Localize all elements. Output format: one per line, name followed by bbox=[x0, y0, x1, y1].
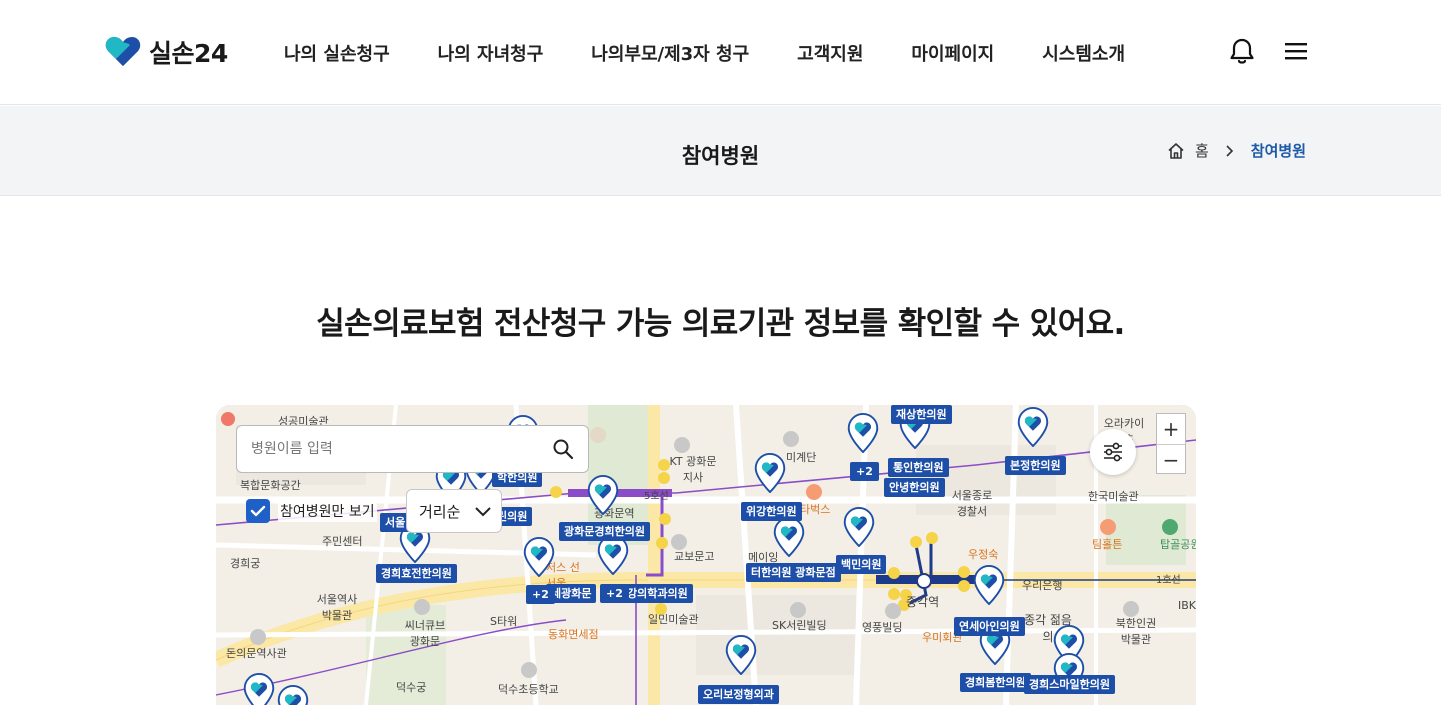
page-title-bar: 참여병원 홈 참여병원 bbox=[0, 106, 1441, 196]
brand-logo[interactable]: 실손24 bbox=[105, 34, 228, 70]
hospital-search[interactable] bbox=[236, 425, 589, 473]
hospital-label[interactable]: 본정한의원 bbox=[1005, 456, 1066, 475]
chevron-right-icon bbox=[1226, 144, 1233, 157]
hospital-pin-icon[interactable] bbox=[596, 535, 630, 575]
sort-select[interactable]: 거리순 bbox=[406, 489, 502, 533]
hospital-map[interactable]: 성공미술관 복합문화공간 주민센터 경희궁 서울역사 박물관 씨너큐브 광화문 … bbox=[216, 405, 1196, 705]
hospital-pin-icon[interactable] bbox=[842, 507, 876, 547]
search-icon[interactable] bbox=[552, 438, 574, 460]
nav-about[interactable]: 시스템소개 bbox=[1042, 40, 1125, 66]
chevron-down-icon bbox=[475, 507, 492, 517]
hospital-label[interactable]: 연세아인의원 bbox=[954, 617, 1025, 636]
sliders-icon bbox=[1104, 442, 1122, 462]
hospital-label[interactable]: 경희스마일한의원 bbox=[1024, 675, 1115, 694]
hospital-pin-icon[interactable] bbox=[972, 565, 1006, 605]
cluster-count[interactable]: +2 bbox=[600, 584, 629, 603]
heart-logo-icon bbox=[105, 37, 141, 66]
hospital-label[interactable]: 경희효전한의원 bbox=[376, 564, 457, 583]
participating-only-checkbox[interactable] bbox=[246, 499, 270, 523]
hospital-label[interactable]: 재상한의원 bbox=[891, 405, 952, 424]
hospital-label[interactable]: 오리보정형외과 bbox=[698, 685, 779, 704]
header-actions bbox=[1227, 36, 1311, 66]
home-icon[interactable] bbox=[1167, 142, 1185, 160]
participating-only-filter[interactable]: 참여병원만 보기 bbox=[246, 499, 377, 523]
hospital-label[interactable]: 터한의원 광화문점 bbox=[746, 563, 841, 582]
cluster-count[interactable]: +2 bbox=[850, 462, 879, 481]
sort-select-value: 거리순 bbox=[419, 502, 461, 521]
hospital-pin-icon[interactable] bbox=[242, 673, 276, 705]
cluster-count[interactable]: +2 bbox=[526, 585, 555, 604]
hospital-pin-icon[interactable] bbox=[846, 413, 880, 453]
hospital-pin-icon[interactable] bbox=[586, 475, 620, 515]
main-nav: 나의 실손청구 나의 자녀청구 나의부모/제3자 청구 고객지원 마이페이지 시… bbox=[284, 40, 1125, 66]
menu-icon[interactable] bbox=[1281, 36, 1311, 66]
hospital-pin-icon[interactable] bbox=[753, 453, 787, 493]
nav-parent-claim[interactable]: 나의부모/제3자 청구 bbox=[591, 40, 749, 66]
site-header: 실손24 나의 실손청구 나의 자녀청구 나의부모/제3자 청구 고객지원 마이… bbox=[0, 0, 1441, 105]
nav-support[interactable]: 고객지원 bbox=[797, 40, 863, 66]
hospital-label[interactable]: 강의학과의원 bbox=[622, 584, 693, 603]
hospital-pin-icon[interactable] bbox=[1016, 407, 1050, 447]
map-filter-button[interactable] bbox=[1090, 429, 1136, 475]
check-icon bbox=[250, 505, 266, 517]
zoom-in-button[interactable]: + bbox=[1157, 414, 1185, 444]
nav-mypage[interactable]: 마이페이지 bbox=[911, 40, 994, 66]
map-zoom-control: + − bbox=[1156, 413, 1186, 474]
hospital-label[interactable]: 위강한의원 bbox=[741, 502, 802, 521]
breadcrumb: 홈 참여병원 bbox=[1167, 140, 1306, 161]
bell-icon[interactable] bbox=[1227, 36, 1257, 66]
hospital-label[interactable]: 경희봄한의원 bbox=[960, 673, 1031, 692]
hospital-label[interactable]: 광화문경희한의원 bbox=[559, 522, 650, 541]
breadcrumb-current: 참여병원 bbox=[1250, 142, 1306, 160]
hospital-pin-icon[interactable] bbox=[522, 537, 556, 577]
section-headline: 실손의료보험 전산청구 가능 의료기관 정보를 확인할 수 있어요. bbox=[316, 306, 1125, 342]
nav-child-claim[interactable]: 나의 자녀청구 bbox=[438, 40, 544, 66]
hospital-search-input[interactable] bbox=[251, 441, 552, 457]
participating-only-label: 참여병원만 보기 bbox=[278, 500, 377, 522]
zoom-out-button[interactable]: − bbox=[1157, 444, 1185, 474]
hospital-pin-icon[interactable] bbox=[276, 685, 310, 705]
hospital-pin-icon[interactable] bbox=[772, 517, 806, 557]
hospital-label[interactable]: 백민의원 bbox=[836, 555, 887, 574]
nav-my-claim[interactable]: 나의 실손청구 bbox=[284, 40, 390, 66]
hospital-label[interactable]: 통인한의원 bbox=[888, 458, 949, 477]
hospital-label[interactable]: 안녕한의원 bbox=[884, 478, 945, 497]
hospital-pin-icon[interactable] bbox=[724, 635, 758, 675]
brand-name: 실손24 bbox=[149, 39, 228, 68]
breadcrumb-home[interactable]: 홈 bbox=[1195, 140, 1209, 161]
